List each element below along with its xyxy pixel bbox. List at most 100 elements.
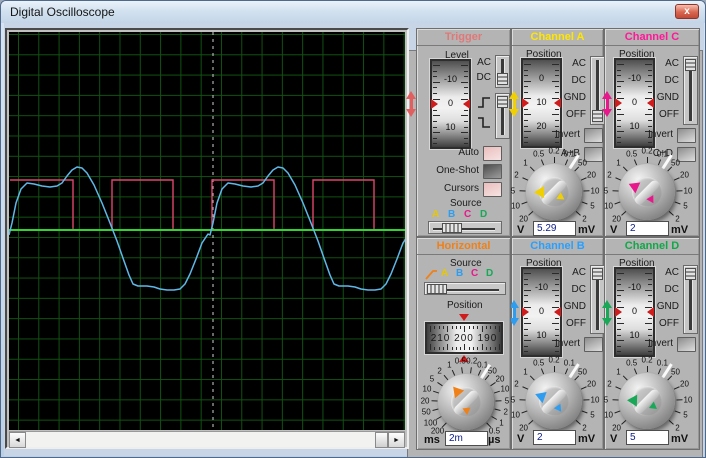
knob-tick: [528, 211, 533, 216]
knob-tick: [495, 400, 501, 401]
slider-handle[interactable]: [427, 284, 447, 294]
switch-handle[interactable]: [497, 73, 508, 85]
button-label: Invert: [520, 338, 580, 349]
display-tick: [456, 326, 457, 329]
position-arrows[interactable]: [509, 91, 520, 117]
horizontal-panel: Horizontal Source ABCD Position 210 200 …: [416, 237, 511, 450]
slider-tick: [617, 323, 624, 324]
knob-tick: [667, 166, 672, 171]
coupling-option-label: GND: [552, 301, 586, 312]
slider-tick: [433, 82, 440, 83]
trigger-edge-switch-frame[interactable]: [495, 93, 510, 139]
display-tick: [464, 326, 465, 332]
millivolt-unit-label: mV: [578, 224, 595, 236]
knob-scale-number: 1: [523, 158, 527, 167]
double-arrow-down-icon: [406, 109, 416, 117]
switch-handle[interactable]: [685, 268, 696, 280]
title-bar[interactable]: Digital Oscilloscope x: [1, 1, 705, 23]
knob-scale-number: 20: [496, 375, 505, 384]
display-tick: [495, 347, 496, 350]
knob-scale-number: 2: [582, 215, 586, 224]
invert-button[interactable]: [677, 337, 696, 352]
rising-edge-icon: [477, 97, 491, 108]
knob-tick: [541, 368, 544, 374]
knob-scale-number: 10: [423, 385, 432, 394]
switch-handle[interactable]: [592, 268, 603, 280]
knob-scale-number: 10: [604, 411, 613, 420]
invert-button[interactable]: [584, 128, 603, 143]
coupling-option-label: DC: [457, 72, 491, 83]
slider-tick: [524, 142, 528, 143]
position-arrows[interactable]: [602, 91, 613, 117]
oscilloscope-window: Digital Oscilloscope x ◄► Trigger Level …: [0, 0, 706, 458]
coupling-switch[interactable]: [495, 55, 510, 88]
slider-tick: [617, 120, 621, 121]
horizontal-scrollbar[interactable]: ◄►: [9, 431, 405, 447]
knob-scale-number: 2: [582, 424, 586, 433]
slider-tick: [617, 335, 621, 336]
invert-button[interactable]: [584, 337, 603, 352]
channel-panel-title: Channel C: [605, 29, 699, 46]
millivolt-unit-label: mV: [671, 433, 688, 445]
coupling-switch[interactable]: [683, 56, 698, 125]
source-letter-a: A: [432, 209, 439, 220]
knob-tick: [676, 399, 682, 400]
horizontal-source-slider[interactable]: [424, 282, 506, 295]
channel-title-text: Channel C: [625, 31, 679, 43]
display-tick: [430, 344, 431, 350]
slider-tick: [648, 279, 652, 280]
cursors-button[interactable]: [483, 182, 502, 197]
knob-tick: [634, 368, 637, 374]
slider-tick: [464, 121, 468, 122]
slider-tick: [617, 279, 621, 280]
slider-tick: [433, 87, 437, 88]
knob-tick: [485, 375, 490, 380]
scroll-right-button[interactable]: ►: [388, 432, 405, 448]
knob-tick: [436, 416, 442, 420]
position-arrows[interactable]: [602, 300, 613, 326]
coupling-switch[interactable]: [683, 265, 698, 334]
knob-tick: [647, 157, 648, 163]
millivolt-unit-label: mV: [578, 433, 595, 445]
knob-tick: [634, 159, 637, 165]
scroll-thumb[interactable]: [375, 432, 388, 448]
trigger-source-label: Source: [450, 198, 482, 209]
coupling-option-label: DC: [645, 284, 679, 295]
knob-scale-number: 0.1: [657, 358, 668, 367]
one-shot-button[interactable]: [483, 164, 502, 179]
trigger-source-slider[interactable]: [428, 221, 502, 234]
horizontal-position-display[interactable]: 210 200 190: [425, 322, 503, 354]
display-tick: [452, 326, 453, 329]
invert-button[interactable]: [677, 128, 696, 143]
slider-tick: [617, 64, 624, 65]
slider-pointer-right: [463, 99, 470, 109]
knob-tick: [520, 399, 526, 400]
knob-scale-number: 2: [514, 380, 518, 389]
knob-scale-number: 1: [616, 367, 620, 376]
knob-tick: [576, 420, 581, 425]
switch-handle[interactable]: [685, 59, 696, 71]
knob-scale-number: 5: [604, 186, 608, 195]
millivolt-unit-label: mV: [671, 224, 688, 236]
knob-scale-number: 0.2: [641, 147, 652, 156]
scroll-left-button[interactable]: ◄: [9, 432, 26, 448]
auto-button[interactable]: [483, 146, 502, 161]
channel-b-panel: Channel BPosition-10010ACDCGNDOFFInvert2…: [511, 237, 604, 450]
knob-scale-number: 20: [519, 424, 528, 433]
switch-handle[interactable]: [497, 96, 508, 108]
knob-tick: [613, 190, 619, 191]
slider-tick: [524, 284, 528, 285]
knob-tick: [621, 420, 626, 425]
button-label: Invert: [520, 129, 580, 140]
close-button[interactable]: x: [675, 4, 699, 19]
slider-tick: [617, 351, 621, 352]
button-label: Invert: [613, 338, 673, 349]
slider-tick: [617, 86, 621, 87]
knob-tick: [614, 410, 620, 413]
slider-handle[interactable]: [442, 223, 462, 233]
knob-scale-number: 20: [680, 171, 689, 180]
slider-tick: [648, 329, 652, 330]
knob-tick: [675, 201, 681, 204]
trigger-level-arrows[interactable]: [406, 91, 417, 117]
coupling-option-label: GND: [552, 92, 586, 103]
